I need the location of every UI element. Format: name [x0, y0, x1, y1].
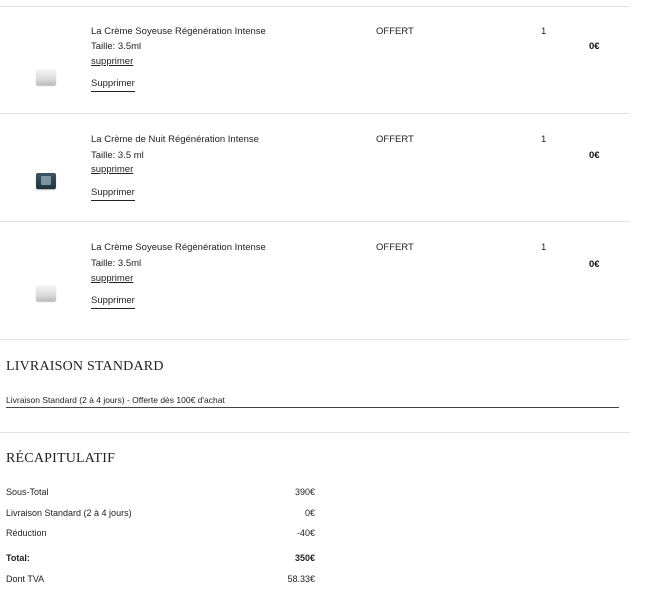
- quantity: 1: [541, 26, 547, 37]
- vat-value: 58.33€: [287, 574, 315, 584]
- quantity: 1: [541, 242, 547, 253]
- item-price: 0€: [589, 41, 600, 52]
- discount-value: -40€: [296, 528, 315, 538]
- item-divider: [0, 339, 630, 340]
- subtotal-label: Sous-Total: [6, 487, 49, 497]
- product-thumbnail[interactable]: [36, 285, 56, 301]
- product-size: Taille: 3.5ml: [91, 258, 142, 269]
- item-price: 0€: [589, 150, 600, 161]
- section-divider: [0, 432, 630, 433]
- remove-link[interactable]: supprimer: [91, 273, 133, 284]
- summary-title: RÉCAPITULATIF: [6, 451, 116, 466]
- offer-label: OFFERT: [376, 26, 414, 37]
- item-price: 0€: [589, 259, 600, 270]
- remove-link[interactable]: supprimer: [91, 56, 133, 67]
- product-name[interactable]: La Crème Soyeuse Régénération Intense: [91, 242, 266, 253]
- shipping-cost-value: 0€: [304, 508, 315, 518]
- cart-item: La Crème de Nuit Régénération Intense Ta…: [0, 114, 630, 222]
- product-thumbnail[interactable]: [36, 173, 56, 189]
- product-name[interactable]: La Crème de Nuit Régénération Intense: [91, 134, 259, 145]
- quantity: 1: [541, 134, 547, 145]
- offer-label: OFFERT: [376, 134, 414, 145]
- remove-button[interactable]: Supprimer: [91, 187, 135, 201]
- discount-label: Réduction: [6, 528, 47, 538]
- shipping-option-underline: [6, 407, 619, 408]
- cart-item: La Crème Soyeuse Régénération Intense Ta…: [0, 222, 630, 340]
- subtotal-value: 390€: [294, 487, 315, 497]
- total-value: 350€: [294, 553, 315, 563]
- shipping-title: LIVRAISON STANDARD: [6, 359, 164, 374]
- cart-item: La Crème Soyeuse Régénération Intense Ta…: [0, 6, 630, 114]
- shipping-cost-label: Livraison Standard (2 à 4 jours): [6, 508, 132, 518]
- vat-label: Dont TVA: [6, 574, 45, 584]
- total-label: Total:: [6, 553, 30, 563]
- remove-button[interactable]: Supprimer: [91, 78, 135, 92]
- product-name[interactable]: La Crème Soyeuse Régénération Intense: [91, 26, 266, 37]
- product-thumbnail[interactable]: [36, 69, 56, 85]
- offer-label: OFFERT: [376, 242, 414, 253]
- product-size: Taille: 3.5ml: [91, 41, 142, 52]
- remove-link[interactable]: supprimer: [91, 164, 133, 175]
- remove-button[interactable]: Supprimer: [91, 295, 135, 309]
- shipping-option[interactable]: Livraison Standard (2 à 4 jours) - Offer…: [6, 395, 225, 405]
- product-size: Taille: 3.5 ml: [91, 150, 144, 161]
